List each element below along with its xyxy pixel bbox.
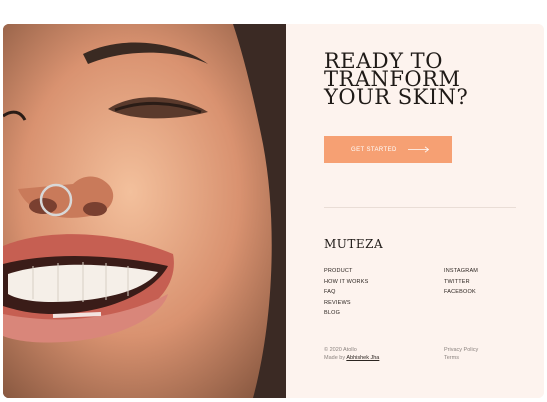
copyright-text: © 2020 Atollo — [324, 347, 357, 353]
social-link-instagram[interactable]: INSTAGRAM — [444, 266, 478, 277]
headline-line-3: YOUR SKIN? — [324, 85, 469, 109]
arrow-right-icon — [408, 146, 430, 153]
page-title: READY TO TRANFORM YOUR SKIN? — [324, 51, 524, 109]
hero-card: READY TO TRANFORM YOUR SKIN? GET STARTED… — [3, 24, 544, 398]
footer-credits: © 2020 Atollo Made by Abhishek Jha — [324, 346, 379, 362]
nav-link-blog[interactable]: BLOG — [324, 308, 368, 319]
smiling-face-image — [3, 24, 286, 398]
nav-link-how-it-works[interactable]: HOW IT WORKS — [324, 277, 368, 288]
made-by-prefix: Made by — [324, 355, 346, 361]
nav-link-faq[interactable]: FAQ — [324, 287, 368, 298]
hero-photo — [3, 24, 286, 398]
made-by-author-link[interactable]: Abhishek Jha — [346, 355, 379, 361]
footer-legal: Privacy Policy Terms — [444, 346, 478, 362]
privacy-policy-link[interactable]: Privacy Policy — [444, 346, 478, 354]
social-links: INSTAGRAM TWITTER FACEBOOK — [444, 266, 478, 298]
social-link-facebook[interactable]: FACEBOOK — [444, 287, 478, 298]
get-started-label: GET STARTED — [351, 146, 397, 153]
section-divider — [324, 207, 516, 208]
social-link-twitter[interactable]: TWITTER — [444, 277, 478, 288]
nav-link-product[interactable]: PRODUCT — [324, 266, 368, 277]
made-by-text: Made by Abhishek Jha — [324, 354, 379, 362]
terms-link[interactable]: Terms — [444, 354, 478, 362]
hero-content: READY TO TRANFORM YOUR SKIN? GET STARTED… — [286, 24, 544, 398]
get-started-button[interactable]: GET STARTED — [324, 136, 452, 163]
footer-nav: PRODUCT HOW IT WORKS FAQ REVIEWS BLOG — [324, 266, 368, 319]
nav-link-reviews[interactable]: REVIEWS — [324, 298, 368, 309]
brand-logo: MUTEZA — [324, 237, 384, 251]
